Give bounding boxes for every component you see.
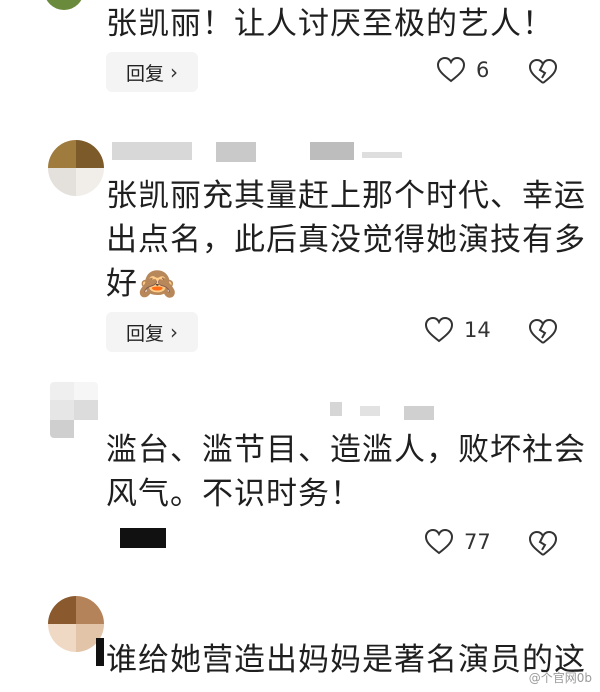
comment-line: 谁给她营造出妈妈是著名演员的这	[106, 642, 586, 678]
comment-3: 滥台、滥节目、造滥人，败坏社会 风气。不识时务！ 77	[0, 378, 600, 578]
comment-line: 出点名，此后真没觉得她演技有多	[106, 222, 586, 258]
comment-line: 滥台、滥节目、造滥人，败坏社会	[106, 432, 586, 468]
like-button[interactable]: 14	[424, 316, 491, 344]
broken-heart-icon[interactable]	[528, 318, 558, 346]
comment-text: 滥台、滥节目、造滥人，败坏社会 风气。不识时务！	[106, 428, 586, 516]
comment-1: 张凯丽！让人讨厌至极的艺人！ 回复 › 6	[0, 0, 600, 110]
watermark: @个官网0b	[528, 671, 592, 685]
avatar[interactable]	[48, 140, 104, 196]
avatar[interactable]	[50, 382, 98, 438]
redacted-block	[96, 638, 104, 666]
redacted-block	[120, 528, 166, 548]
comment-text: 张凯丽！让人讨厌至极的艺人！	[106, 2, 554, 46]
reply-label: 回复	[125, 322, 164, 345]
comment-4: 谁给她营造出妈妈是著名演员的这	[0, 590, 600, 692]
reply-label: 回复	[125, 62, 164, 85]
heart-outline-icon	[424, 316, 454, 343]
heart-outline-icon	[436, 56, 466, 83]
avatar[interactable]	[44, 0, 84, 10]
like-count: 77	[464, 530, 491, 554]
chevron-right-icon: ›	[170, 60, 178, 84]
chevron-right-icon: ›	[170, 320, 178, 344]
reply-button[interactable]: 回复 ›	[106, 52, 198, 92]
comment-text: 谁给她营造出妈妈是著名演员的这	[106, 638, 586, 682]
broken-heart-icon[interactable]	[528, 530, 558, 558]
comment-line: 张凯丽！让人讨厌至极的艺人！	[106, 6, 554, 42]
broken-heart-icon[interactable]	[528, 58, 558, 86]
like-button[interactable]: 6	[436, 56, 489, 84]
heart-outline-icon	[424, 528, 454, 555]
comment-line: 风气。不识时务！	[106, 476, 362, 512]
comment-line: 张凯丽充其量赶上那个时代、幸运	[106, 178, 586, 214]
like-button[interactable]: 77	[424, 528, 491, 556]
reply-button[interactable]: 回复 ›	[106, 312, 198, 352]
like-count: 6	[476, 58, 490, 82]
like-count: 14	[464, 318, 491, 342]
comment-line: 好🙈	[106, 266, 178, 302]
comment-text: 张凯丽充其量赶上那个时代、幸运 出点名，此后真没觉得她演技有多 好🙈	[106, 174, 586, 306]
comment-2: 张凯丽充其量赶上那个时代、幸运 出点名，此后真没觉得她演技有多 好🙈 回复 › …	[0, 130, 600, 370]
